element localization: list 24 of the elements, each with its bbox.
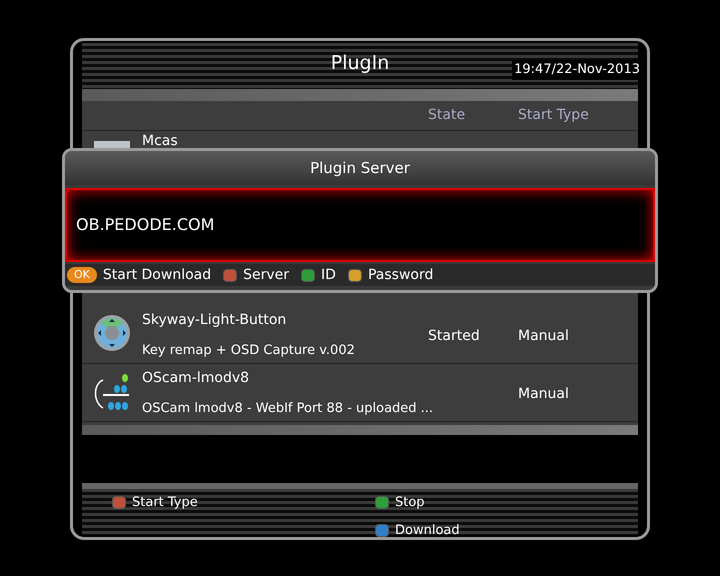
server-field[interactable]: OB.PEDODE.COM (65, 188, 655, 262)
window-title: PlugIn (330, 51, 390, 76)
clock: 19:47/22-Nov-2013 (512, 60, 642, 80)
hint-label: Password (368, 266, 434, 284)
column-header: Start Type (518, 106, 589, 125)
plugin-name: Skyway-Light-Button (142, 311, 288, 330)
hint-label: Start Download (102, 266, 212, 284)
footer-label: Start Type (132, 494, 198, 512)
plugin-start-type: Manual (518, 328, 569, 344)
plugin-name: Mcas (142, 132, 179, 151)
hint-label: ID (321, 266, 336, 284)
ok-key: OK (67, 267, 97, 283)
hint-label: Server (243, 266, 290, 284)
plugin-description: Key remap + OSD Capture v.002 (142, 342, 356, 360)
column-header: State (428, 106, 466, 125)
plugin-row[interactable]: OScam-lmodv8 OSCam lmodv8 - WebIf Port 88 - uploaded ... Manual (82, 364, 638, 422)
footer-label: Stop (395, 494, 425, 512)
remote-dpad-icon (93, 314, 131, 352)
plugin-start-type: Manual (518, 386, 569, 402)
plugin-row[interactable]: Skyway-Light-Button Key remap + OSD Capture v.002 Started Manual (82, 306, 638, 364)
plugin-state: Started (428, 328, 480, 344)
footer-label: Download (395, 522, 460, 540)
plugin-name: OScam-lmodv8 (142, 369, 250, 388)
dialog-title: Plugin Server (310, 158, 410, 179)
